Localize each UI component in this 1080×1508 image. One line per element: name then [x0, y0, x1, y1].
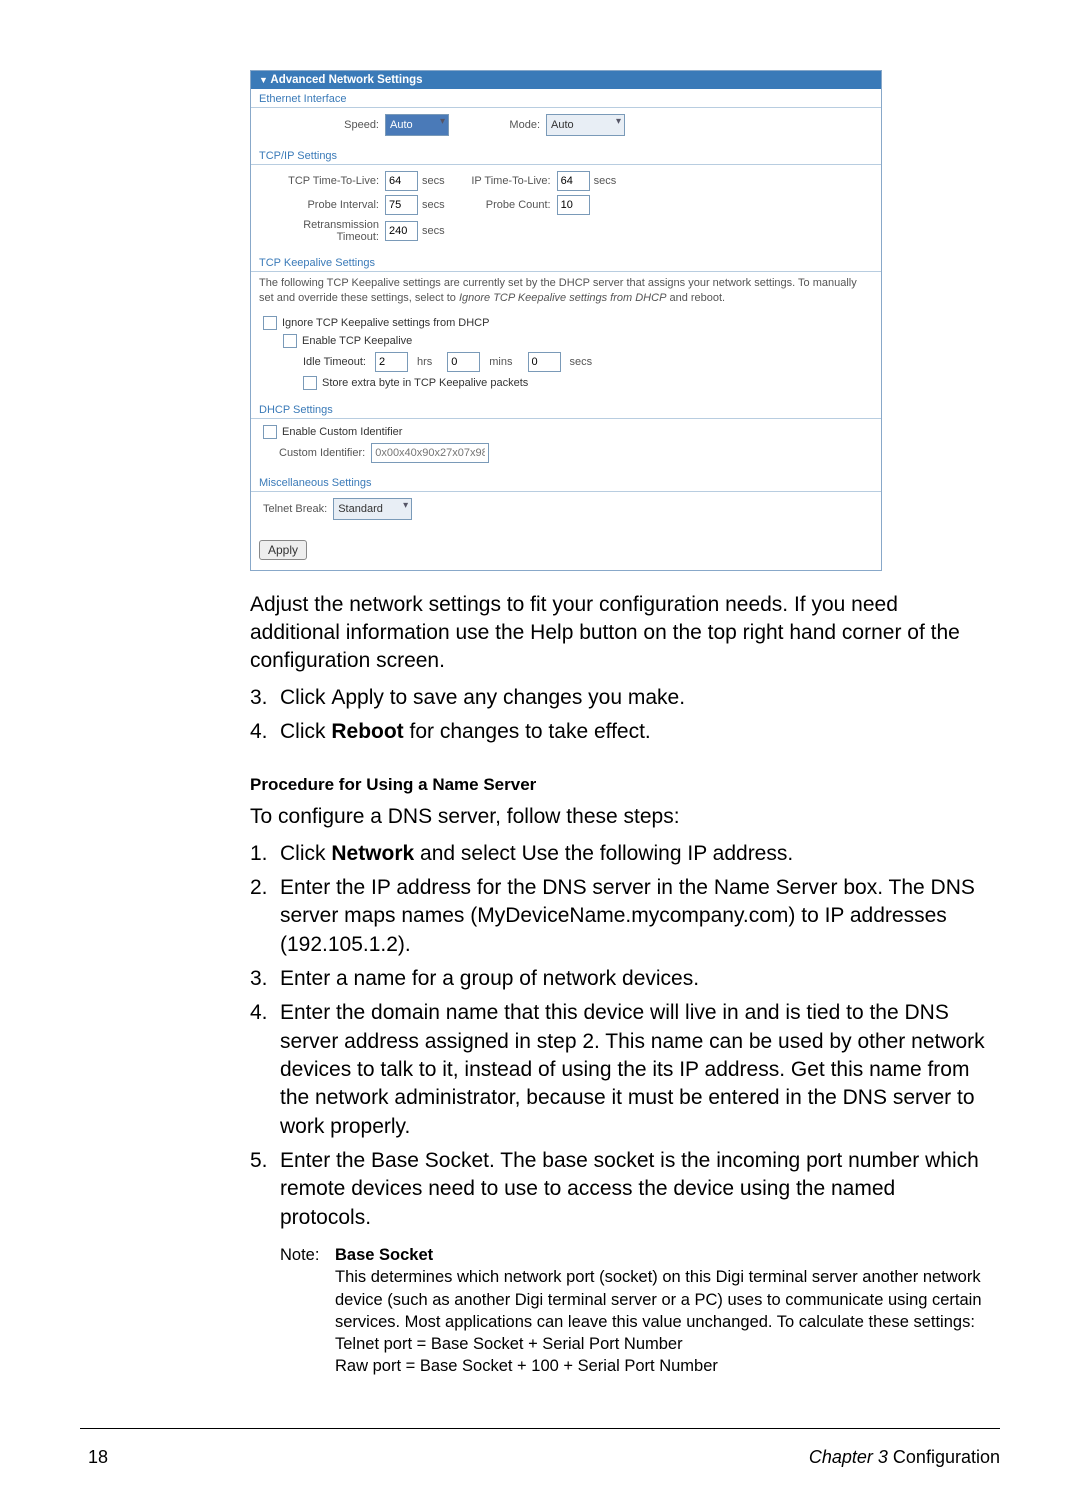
dns-step-4-text: Enter the domain name that this device w… [280, 999, 990, 1141]
note-title: Base Socket [335, 1246, 433, 1264]
ignore-keepalive-checkbox[interactable] [263, 316, 277, 330]
dns-step-5-text: Enter the Base Socket. The base socket i… [280, 1147, 990, 1232]
apply-button[interactable]: Apply [259, 540, 307, 560]
probe-interval-input[interactable] [385, 195, 418, 215]
step-3-text: Click Apply to save any changes you make… [280, 684, 990, 712]
chapter-label: Chapter 3 Configuration [809, 1447, 1000, 1468]
dns-step-5-num: 5. [250, 1147, 280, 1232]
enable-custom-id-label: Enable Custom Identifier [282, 426, 402, 438]
dns-step-2-num: 2. [250, 874, 280, 959]
enable-keepalive-checkbox[interactable] [283, 334, 297, 348]
tcpip-header: TCP/IP Settings [251, 146, 881, 165]
store-byte-checkbox[interactable] [303, 376, 317, 390]
ethernet-header: Ethernet Interface [251, 89, 881, 108]
dns-step-4-num: 4. [250, 999, 280, 1141]
telnet-break-label: Telnet Break: [263, 503, 333, 515]
note-label: Note: [280, 1244, 335, 1378]
tcp-ttl-input[interactable] [385, 171, 418, 191]
probe-interval-unit: secs [418, 199, 455, 211]
page-number: 18 [80, 1447, 108, 1468]
custom-id-label: Custom Identifier: [279, 447, 371, 459]
hrs-unit: hrs [413, 356, 442, 368]
speed-select[interactable]: Auto [385, 114, 449, 136]
idle-hrs-input[interactable] [375, 352, 408, 372]
telnet-break-select[interactable]: Standard [333, 498, 412, 520]
note-block: Note: Base Socket This determines which … [280, 1244, 990, 1378]
ignore-keepalive-label: Ignore TCP Keepalive settings from DHCP [282, 317, 489, 329]
step-3-num: 3. [250, 684, 280, 712]
store-byte-label: Store extra byte in TCP Keepalive packet… [322, 377, 528, 389]
dhcp-header: DHCP Settings [251, 400, 881, 419]
dns-intro: To configure a DNS server, follow these … [250, 803, 990, 831]
retrans-input[interactable] [385, 221, 418, 241]
keepalive-header: TCP Keepalive Settings [251, 253, 881, 272]
idle-timeout-label: Idle Timeout: [303, 356, 370, 368]
tcp-ttl-unit: secs [418, 175, 455, 187]
note-line-2: Raw port = Base Socket + 100 + Serial Po… [335, 1357, 718, 1375]
panel-title[interactable]: Advanced Network Settings [251, 71, 881, 89]
dns-step-3-num: 3. [250, 965, 280, 993]
ip-ttl-input[interactable] [557, 171, 590, 191]
document-body: Adjust the network settings to fit your … [250, 591, 990, 1378]
misc-header: Miscellaneous Settings [251, 473, 881, 492]
tcp-ttl-label: TCP Time-To-Live: [259, 175, 385, 187]
dns-step-1-num: 1. [250, 840, 280, 868]
keepalive-help: The following TCP Keepalive settings are… [251, 272, 881, 310]
mode-select[interactable]: Auto [546, 114, 625, 136]
page-footer: 18 Chapter 3 Configuration [80, 1428, 1000, 1468]
retrans-unit: secs [418, 225, 455, 237]
idle-mins-input[interactable] [447, 352, 480, 372]
secs-unit: secs [566, 356, 603, 368]
note-body-text: This determines which network port (sock… [335, 1268, 982, 1331]
custom-id-input[interactable] [371, 443, 489, 463]
mins-unit: mins [485, 356, 522, 368]
enable-keepalive-label: Enable TCP Keepalive [302, 335, 412, 347]
enable-custom-id-checkbox[interactable] [263, 425, 277, 439]
speed-label: Speed: [259, 119, 385, 131]
probe-interval-label: Probe Interval: [259, 199, 385, 211]
retrans-label: Retransmission Timeout: [259, 219, 385, 243]
idle-secs-input[interactable] [528, 352, 561, 372]
probe-count-label: Probe Count: [455, 199, 557, 211]
ip-ttl-label: IP Time-To-Live: [455, 175, 557, 187]
mode-label: Mode: [449, 119, 546, 131]
dns-step-2-text: Enter the IP address for the DNS server … [280, 874, 990, 959]
dns-step-3-text: Enter a name for a group of network devi… [280, 965, 990, 993]
advanced-network-settings-panel: Advanced Network Settings Ethernet Inter… [250, 70, 882, 571]
intro-paragraph: Adjust the network settings to fit your … [250, 591, 990, 676]
step-4-num: 4. [250, 718, 280, 746]
dns-step-1-text: Click Network and select Use the followi… [280, 840, 990, 868]
note-line-1: Telnet port = Base Socket + Serial Port … [335, 1335, 683, 1353]
step-4-text: Click Reboot for changes to take effect. [280, 718, 990, 746]
ip-ttl-unit: secs [590, 175, 627, 187]
probe-count-input[interactable] [557, 195, 590, 215]
procedure-subhead: Procedure for Using a Name Server [250, 774, 990, 797]
